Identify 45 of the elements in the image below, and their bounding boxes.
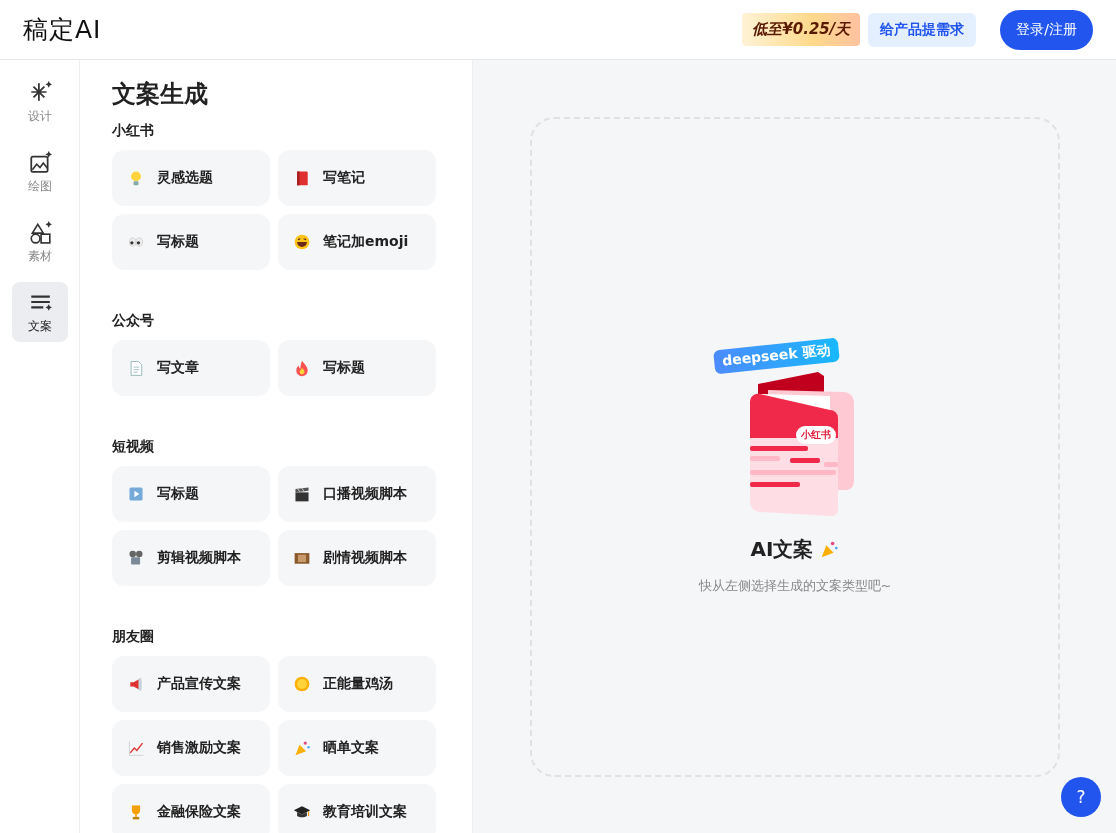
shapes-icon	[27, 219, 52, 244]
section-heading: 朋友圈	[112, 628, 155, 646]
preview-title: AI文案	[750, 535, 814, 563]
fire-icon	[293, 359, 311, 377]
tool-card[interactable]: 销售激励文案	[112, 720, 270, 776]
nav-item[interactable]: 素材	[11, 212, 68, 272]
tool-card[interactable]: 灵感选题	[112, 150, 270, 206]
tool-card[interactable]: 晒单文案	[278, 720, 436, 776]
image-icon	[27, 149, 52, 174]
tool-card[interactable]: 教育培训文案	[278, 784, 436, 833]
section-heading: 公众号	[112, 312, 155, 330]
clapper-icon	[293, 485, 311, 503]
tool-card[interactable]: 写标题	[112, 214, 270, 270]
powered-by-badge: deepseek 驱动	[713, 337, 840, 374]
tool-card[interactable]: 金融保险文案	[112, 784, 270, 833]
panel-title: 文案生成	[112, 79, 209, 110]
logo: 稿定AI	[23, 14, 102, 46]
feedback-button[interactable]: 给产品提需求	[868, 12, 977, 47]
promo-banner[interactable]: 低至¥0.25/天	[742, 13, 861, 46]
projector-icon	[127, 549, 145, 567]
tool-card[interactable]: 正能量鸡汤	[278, 656, 436, 712]
tool-card[interactable]: 写文章	[112, 340, 270, 396]
tool-card[interactable]: 剧情视频脚本	[278, 530, 436, 586]
section-heading: 小红书	[112, 122, 155, 140]
chart-icon	[127, 739, 145, 757]
nav-item[interactable]: 设计	[11, 72, 68, 132]
tool-card[interactable]: 写标题	[278, 340, 436, 396]
tool-card[interactable]: 写笔记	[278, 150, 436, 206]
sun-icon	[293, 675, 311, 693]
party-icon	[293, 739, 311, 757]
page-icon	[127, 359, 145, 377]
tool-card[interactable]: 口播视频脚本	[278, 466, 436, 522]
login-button[interactable]: 登录/注册	[1000, 9, 1093, 50]
tool-card[interactable]: 笔记加emoji	[278, 214, 436, 270]
hint-text: 快从左侧选择生成的文案类型吧~	[698, 576, 892, 595]
megaphone-icon	[127, 675, 145, 693]
play-icon	[127, 485, 145, 503]
nav-item[interactable]: 绘图	[11, 142, 68, 202]
tool-card[interactable]: 写标题	[112, 466, 270, 522]
party-icon	[819, 539, 840, 559]
nav-item[interactable]: 文案	[11, 282, 68, 342]
laugh-icon	[293, 233, 311, 251]
tool-card[interactable]: 剪辑视频脚本	[112, 530, 270, 586]
tool-card[interactable]: 产品宣传文案	[112, 656, 270, 712]
section-heading: 短视频	[112, 438, 155, 456]
